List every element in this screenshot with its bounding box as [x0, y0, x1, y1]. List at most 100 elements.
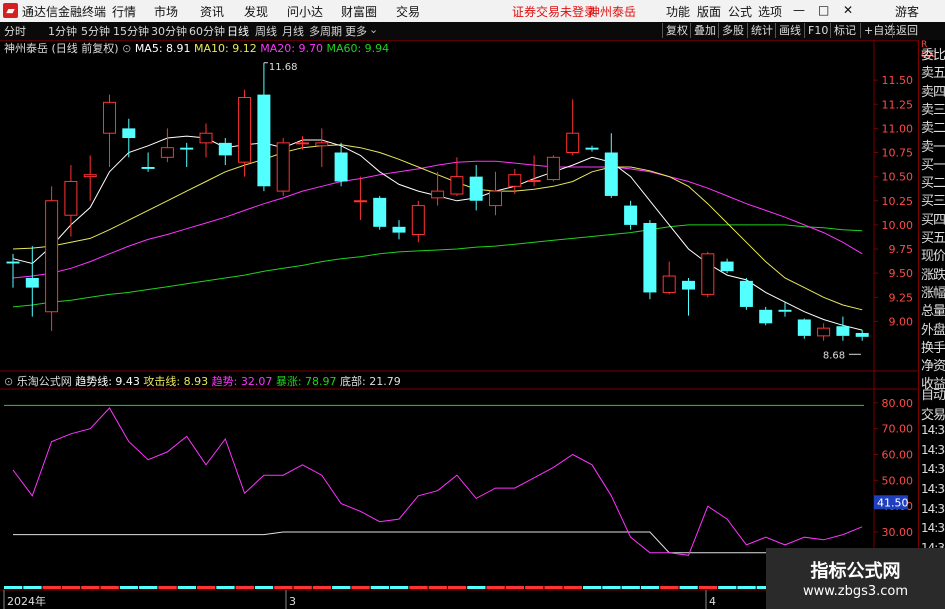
mark-button[interactable]: 标记	[830, 23, 856, 38]
candle-body	[64, 180, 78, 216]
tab-15min[interactable]: 15分钟	[113, 23, 149, 39]
candle-body	[392, 226, 406, 233]
tab-multi-period[interactable]: 多周期	[309, 23, 342, 39]
quote-panel: R 500 委比 卖五 卖四 卖三 卖二 卖一 买一 买二 买三 买四 买五 现价 涨跌 涨幅 总量 外盘 换手净…	[918, 40, 945, 609]
menu-formula[interactable]: 公式	[728, 3, 752, 20]
current-value-label: 41.50	[877, 496, 909, 509]
close-button[interactable]: ✕	[843, 3, 853, 17]
quote-label: 14:38	[921, 423, 945, 438]
volume-bar	[312, 586, 332, 589]
volume-bar	[254, 586, 274, 589]
indicator-tick-label: 70.00	[882, 423, 914, 436]
tab-5min[interactable]: 5分钟	[81, 23, 110, 39]
app-title: 通达信金融终端	[22, 5, 107, 19]
trend-line-value: 趋势线: 9.43	[75, 375, 140, 388]
add-watchlist-button[interactable]: +自选	[860, 23, 895, 38]
adjust-button[interactable]: 复权	[662, 23, 688, 38]
volume-bar	[274, 586, 293, 589]
menu-market[interactable]: 市场	[154, 3, 178, 20]
volume-bar	[332, 586, 351, 589]
surge-value: 暴涨: 78.97	[275, 375, 337, 388]
indicator-name[interactable]: 乐淘公式网	[17, 375, 72, 388]
volume-bar	[447, 586, 467, 589]
candle-body	[817, 327, 831, 337]
volume-bar	[679, 586, 698, 589]
volume-bar	[505, 586, 525, 589]
quote-label: 买四	[921, 212, 945, 228]
menu-ask[interactable]: 问小达	[287, 3, 323, 20]
volume-bar	[23, 586, 42, 589]
price-tick-label: 9.00	[889, 315, 914, 328]
candle-body	[122, 128, 136, 139]
menu-news[interactable]: 资讯	[200, 3, 224, 20]
tab-1min[interactable]: 1分钟	[48, 23, 77, 39]
indicator-tick-label: 60.00	[882, 449, 914, 462]
indicator-tick-label: 80.00	[882, 397, 914, 410]
volume-bar	[293, 586, 312, 589]
candle-body	[353, 200, 367, 203]
quote-label: 自动	[921, 388, 945, 403]
multi-stock-button[interactable]: 多股	[718, 23, 744, 38]
menu-discover[interactable]: 发现	[244, 3, 268, 20]
menu-wealth[interactable]: 财富圈	[341, 3, 377, 20]
tab-daily[interactable]: 日线	[227, 23, 249, 39]
power-value: 趋势: 32.07	[211, 375, 273, 388]
tab-more[interactable]: 更多	[345, 23, 367, 39]
tab-monthly[interactable]: 月线	[282, 23, 304, 39]
indicator-settings-icon[interactable]: ⊙	[4, 375, 13, 388]
tab-30min[interactable]: 30分钟	[151, 23, 187, 39]
watermark-title: 指标公式网	[810, 561, 901, 582]
chevron-down-icon[interactable]: ⌄	[369, 23, 378, 36]
candle-body	[662, 275, 676, 293]
minimize-button[interactable]: —	[793, 3, 805, 17]
back-button[interactable]: 返回	[892, 23, 918, 38]
volume-bar	[563, 586, 582, 589]
ma10-value: MA10: 9.12	[194, 42, 257, 55]
candle-body	[566, 132, 580, 154]
tab-60min[interactable]: 60分钟	[189, 23, 225, 39]
menu-function[interactable]: 功能	[666, 3, 690, 20]
menu-trade[interactable]: 交易	[396, 3, 420, 20]
watermark-url: www.zbgs3.com	[802, 584, 909, 599]
volume-bar	[100, 586, 119, 589]
volume-bar	[158, 586, 177, 589]
kline-chart[interactable]: 11.50 11.25 11.00 10.75 10.50 10.25 10.00 9.75 9…	[0, 40, 918, 609]
candle-body	[257, 94, 271, 187]
volume-bar	[409, 586, 428, 589]
candle-body	[624, 205, 638, 225]
ma5-value: MA5: 8.91	[134, 42, 191, 55]
tab-timeshare[interactable]: 分时	[4, 23, 26, 39]
menu-options[interactable]: 选项	[758, 3, 782, 20]
candle-body	[720, 261, 734, 272]
candle-body	[527, 179, 541, 182]
menu-layout[interactable]: 版面	[697, 3, 721, 20]
statistics-button[interactable]: 统计	[747, 23, 773, 38]
candle-body	[682, 280, 695, 290]
quote-label: 现价	[921, 249, 945, 265]
x-axis-label: 2024年	[7, 594, 46, 608]
quote-label: 换手	[921, 340, 945, 356]
candle-body	[643, 222, 657, 293]
maximize-button[interactable]: □	[818, 3, 829, 17]
menu-market-quotes[interactable]: 行情	[112, 3, 136, 20]
volume-bar	[177, 586, 196, 589]
candle-body	[585, 147, 599, 150]
volume-bar	[486, 586, 505, 589]
quote-label: 交易	[921, 407, 945, 423]
volume-bar	[197, 586, 216, 589]
draw-line-button[interactable]: 画线	[775, 23, 801, 38]
quote-label: 14:38	[921, 482, 945, 496]
overlay-button[interactable]: 叠加	[690, 23, 716, 38]
settings-icon[interactable]: ⊙	[122, 42, 131, 55]
candle-body	[469, 176, 483, 201]
volume-bar	[370, 586, 389, 589]
f10-button[interactable]: F10	[804, 23, 828, 38]
volume-bar	[119, 586, 139, 589]
guest-user[interactable]: 游客	[895, 3, 919, 20]
volume-bar	[737, 586, 756, 589]
candle-body	[701, 253, 715, 295]
ma60-line	[12, 224, 863, 308]
login-notice[interactable]: 证券交易未登录	[512, 3, 596, 20]
tab-weekly[interactable]: 周线	[255, 23, 277, 39]
volume-bar	[525, 586, 544, 589]
